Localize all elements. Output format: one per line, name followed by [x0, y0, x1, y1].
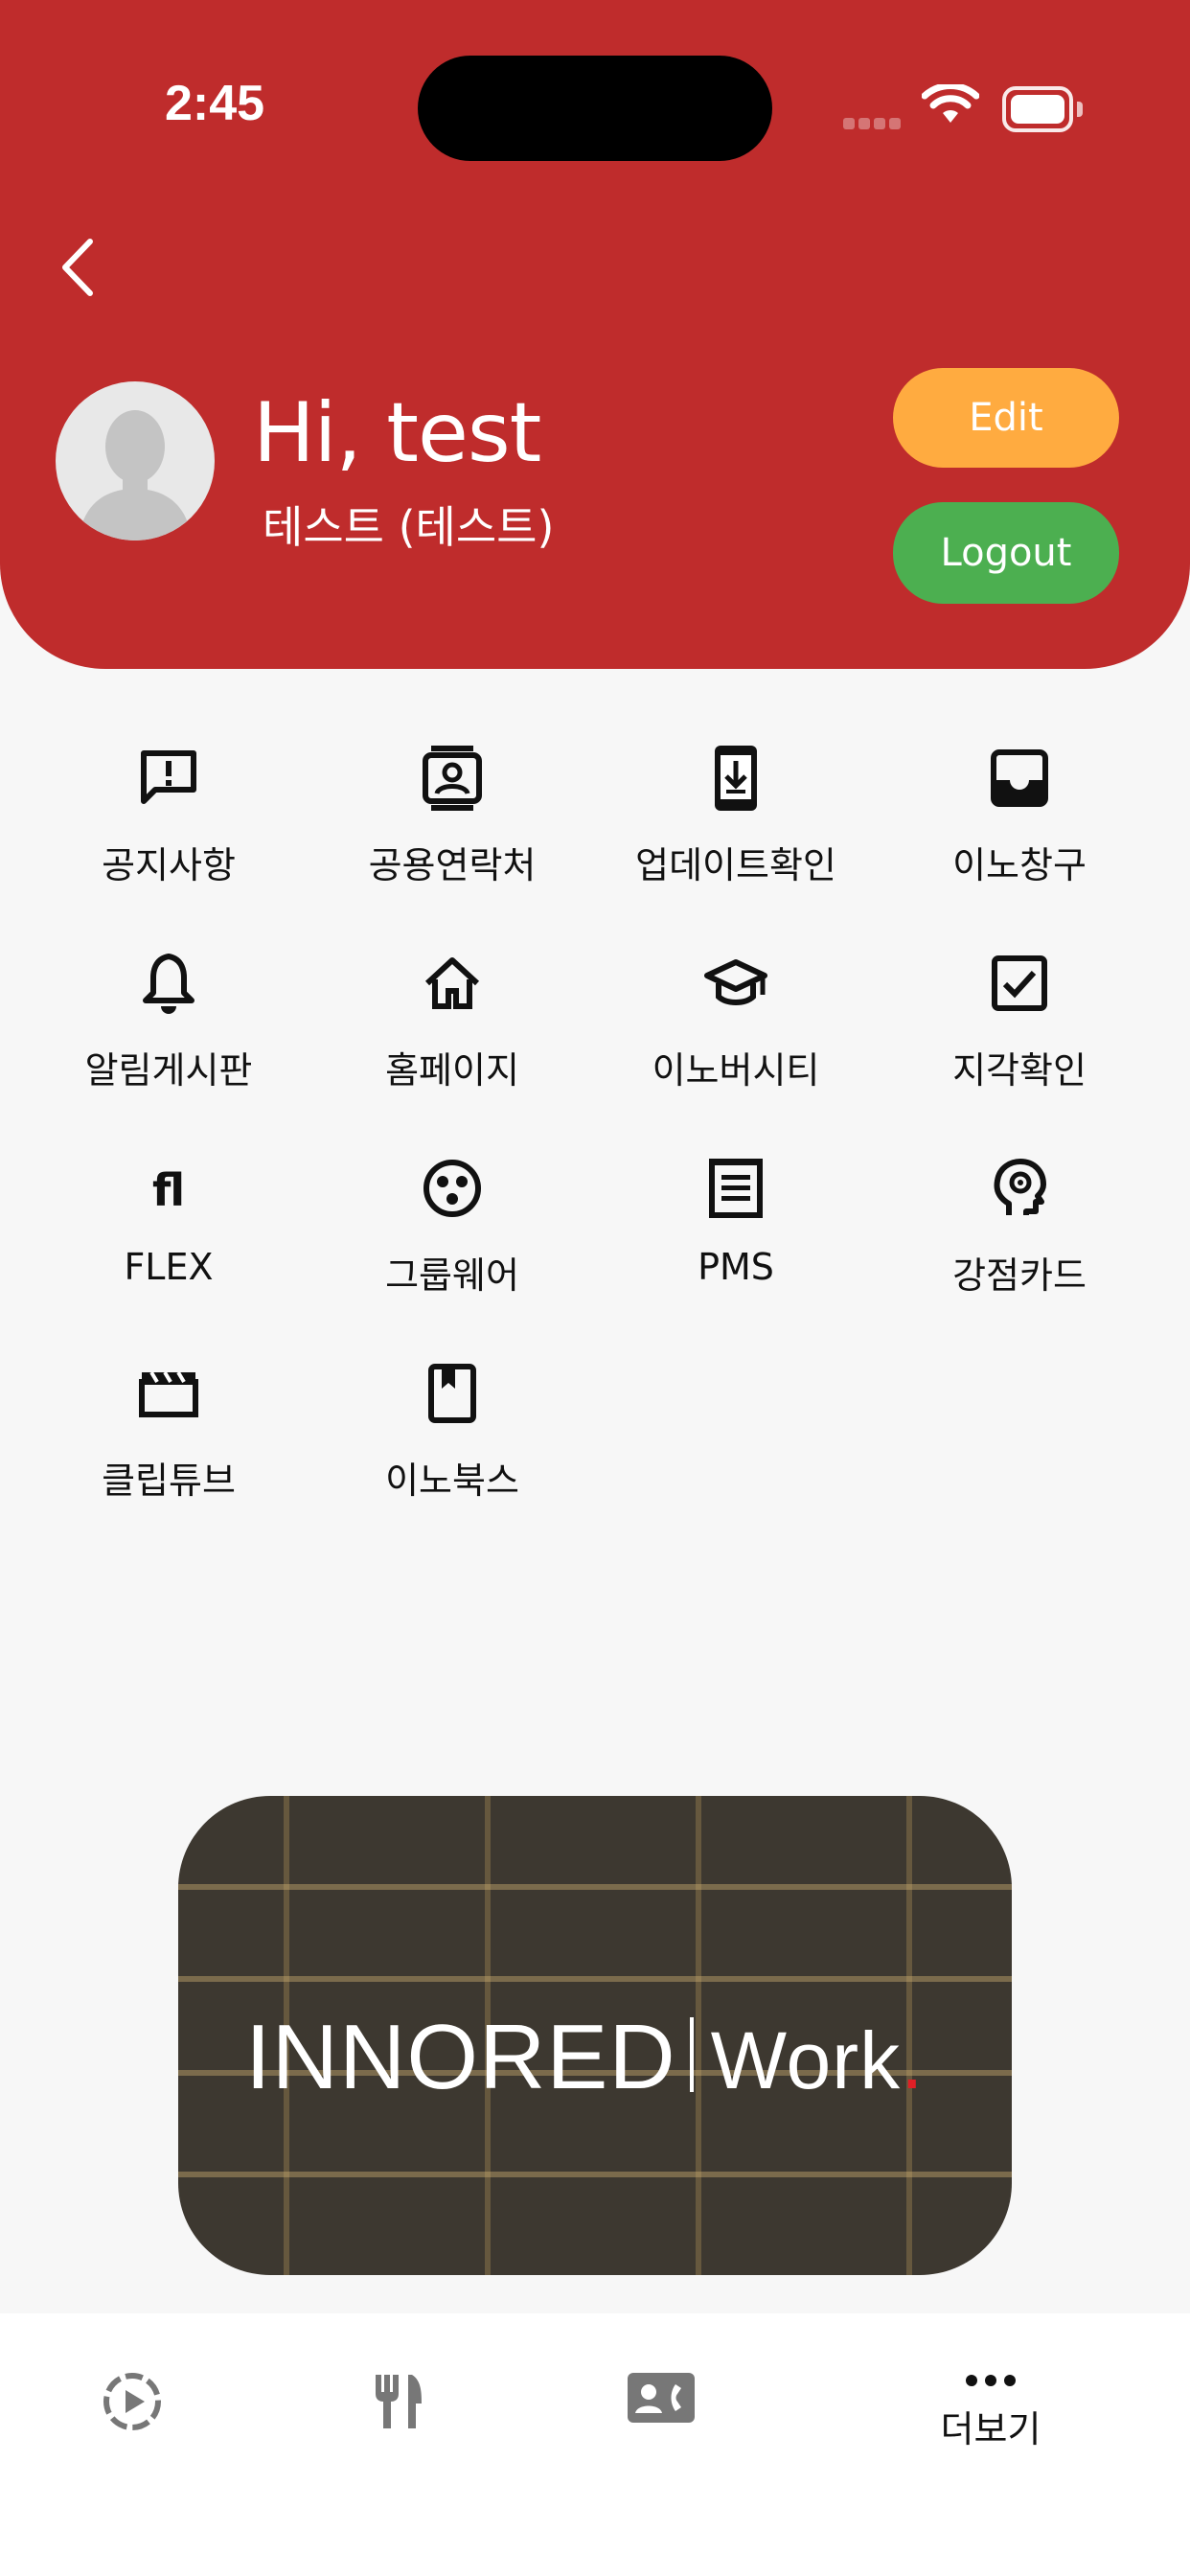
menu-item-label: 그룹웨어 [385, 1254, 519, 1297]
banner-logo: INNORED Work. [245, 2005, 993, 2110]
svg-text:fl: fl [152, 1164, 185, 1215]
menu-item-label: FLEX [124, 1246, 214, 1288]
menu-item-lateness[interactable]: 지각확인 [878, 945, 1161, 1093]
tab-video[interactable] [36, 2371, 228, 2436]
tab-meal[interactable] [301, 2371, 492, 2436]
battery-icon [1002, 86, 1083, 132]
groupware-icon [423, 1160, 481, 1217]
contact-card-icon [423, 746, 482, 811]
menu-item-pms[interactable]: PMS [594, 1150, 878, 1288]
menu-item-contacts[interactable]: 공용연락처 [310, 740, 594, 888]
contact-call-icon [628, 2373, 695, 2423]
menu-item-innowindow[interactable]: 이노창구 [878, 740, 1161, 888]
innored-work-banner[interactable]: INNORED Work. [178, 1796, 1012, 2275]
menu-item-label: 알림게시판 [84, 1049, 253, 1092]
flex-logo-icon: fl [152, 1164, 185, 1215]
menu-item-label: 클립튜브 [102, 1460, 236, 1502]
menu-item-label: PMS [698, 1246, 774, 1288]
signal-icon [843, 115, 904, 133]
menu-item-innoversity[interactable]: 이노버시티 [594, 945, 878, 1093]
menu-item-label: 이노창구 [952, 844, 1087, 886]
play-circle-icon [103, 2373, 161, 2430]
dynamic-island [418, 56, 772, 161]
edit-button[interactable]: Edit [893, 368, 1119, 468]
bottom-tab-bar: 더보기 [0, 2313, 1190, 2576]
graduation-cap-icon [704, 959, 767, 1005]
person-silhouette-icon [79, 410, 192, 540]
menu-item-label: 이노버시티 [652, 1049, 820, 1092]
menu-item-innobooks[interactable]: 이노북스 [310, 1355, 594, 1504]
tab-more[interactable]: 더보기 [895, 2371, 1087, 2452]
checkbox-icon [992, 955, 1047, 1011]
menu-item-label: 이노북스 [385, 1460, 519, 1502]
clapperboard-icon [139, 1370, 198, 1417]
inbox-icon [991, 749, 1048, 807]
book-icon [428, 1364, 476, 1423]
menu-item-label: 공지사항 [102, 844, 236, 886]
announcement-icon [141, 750, 196, 804]
menu-item-update[interactable]: 업데이트확인 [594, 740, 878, 888]
more-dots-icon [966, 2375, 1016, 2386]
menu-item-label: 강점카드 [952, 1254, 1087, 1297]
bell-icon [143, 954, 195, 1014]
brand-dot: . [901, 2015, 925, 2105]
tab-contacts[interactable] [565, 2371, 757, 2428]
menu-item-label: 지각확인 [952, 1049, 1087, 1092]
menu-item-alert-board[interactable]: 알림게시판 [27, 945, 310, 1093]
back-chevron-icon[interactable] [57, 236, 96, 299]
avatar [56, 381, 215, 540]
menu-item-notice[interactable]: 공지사항 [27, 740, 310, 888]
document-list-icon [709, 1159, 763, 1218]
menu-item-flex[interactable]: fl FLEX [27, 1150, 310, 1288]
tab-more-label: 더보기 [940, 2408, 1041, 2450]
home-icon [424, 957, 480, 1009]
menu-item-label: 공용연락처 [368, 844, 537, 886]
phone-download-icon [715, 746, 757, 811]
brand-work: Work [710, 2015, 902, 2105]
utensils-icon [376, 2375, 422, 2428]
wifi-icon [922, 84, 979, 123]
logout-button[interactable]: Logout [893, 502, 1119, 604]
greeting: Hi, test [253, 385, 541, 481]
menu-item-strength-card[interactable]: 강점카드 [878, 1150, 1161, 1299]
menu-item-homepage[interactable]: 홈페이지 [310, 945, 594, 1093]
menu-item-label: 홈페이지 [385, 1049, 519, 1092]
menu-item-cliptube[interactable]: 클립튜브 [27, 1355, 310, 1504]
profile-header: 2:45 Hi, test 테스트 (테스트) Edit Logout [0, 0, 1190, 669]
head-gear-icon [994, 1159, 1046, 1215]
user-name: 테스트 (테스트) [263, 501, 555, 553]
menu-item-groupware[interactable]: 그룹웨어 [310, 1150, 594, 1299]
status-time: 2:45 [165, 76, 265, 131]
menu-item-label: 업데이트확인 [635, 844, 836, 886]
brand-name: INNORED [245, 2006, 676, 2108]
